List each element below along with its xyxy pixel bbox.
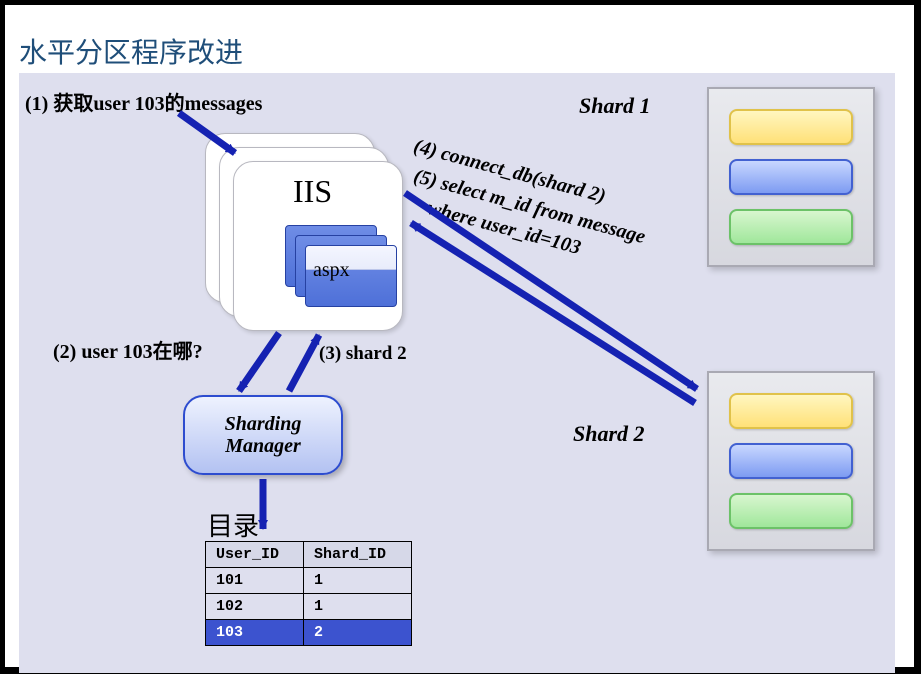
- arrow-step3: [289, 335, 319, 391]
- shard-1-label: Shard 1: [579, 93, 651, 119]
- shard-2-box: [707, 371, 875, 551]
- table-row: 1032: [206, 620, 412, 646]
- directory-label: 目录: [207, 506, 259, 543]
- table-row: 1021: [206, 594, 412, 620]
- dir-cell-uid: 102: [206, 594, 304, 620]
- sharding-manager-line1: Sharding: [225, 413, 302, 435]
- aspx-stack: aspx: [285, 225, 405, 315]
- shard-2-label: Shard 2: [573, 421, 645, 447]
- page-title: 水平分区程序改进: [19, 31, 243, 71]
- shard-2-row-icon-3: [729, 493, 853, 529]
- dir-header-sid: Shard_ID: [304, 542, 412, 568]
- stage: 水平分区程序改进 (1) 获取user 103的messages (2) use…: [0, 0, 921, 674]
- step-1-label: (1) 获取user 103的messages: [25, 87, 262, 116]
- iis-server-stack: IIS aspx: [205, 133, 419, 329]
- directory-table: User_ID Shard_ID 101110211032: [205, 541, 412, 646]
- shard-2-row-icon-2: [729, 443, 853, 479]
- shard-1-row-icon-3: [729, 209, 853, 245]
- dir-cell-sid: 2: [304, 620, 412, 646]
- dir-cell-uid: 101: [206, 568, 304, 594]
- step-2-label: (2) user 103在哪?: [53, 335, 203, 364]
- table-row: 1011: [206, 568, 412, 594]
- sharding-manager-line2: Manager: [225, 435, 301, 457]
- dir-cell-sid: 1: [304, 568, 412, 594]
- arrow-step2: [239, 333, 279, 391]
- shard-2-row-icon-1: [729, 393, 853, 429]
- dir-cell-uid: 103: [206, 620, 304, 646]
- step-3-label: (3) shard 2: [319, 343, 407, 365]
- aspx-label: aspx: [313, 259, 350, 282]
- shard-1-row-icon-2: [729, 159, 853, 195]
- shard-1-box: [707, 87, 875, 267]
- sharding-manager-box: Sharding Manager: [183, 395, 343, 475]
- dir-header-row: User_ID Shard_ID: [206, 542, 412, 568]
- iis-label: IIS: [293, 173, 332, 210]
- diagram-canvas: (1) 获取user 103的messages (2) user 103在哪? …: [19, 73, 895, 673]
- dir-cell-sid: 1: [304, 594, 412, 620]
- slide-inner: 水平分区程序改进 (1) 获取user 103的messages (2) use…: [5, 5, 914, 667]
- shard-1-row-icon-1: [729, 109, 853, 145]
- dir-header-uid: User_ID: [206, 542, 304, 568]
